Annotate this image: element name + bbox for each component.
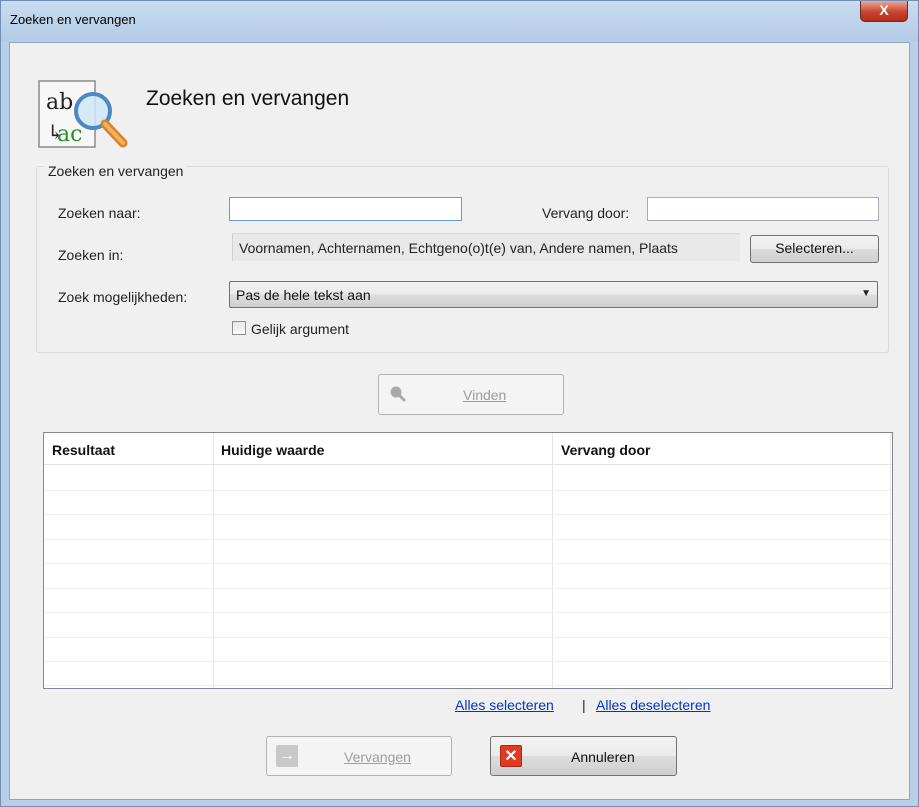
replace-input[interactable] [648,198,878,220]
search-for-label: Zoeken naar: [58,205,141,221]
chevron-down-icon: ▼ [861,288,871,299]
search-input[interactable] [230,198,461,220]
arrow-right-icon: → [276,745,298,767]
row-line [44,612,892,613]
column-header-current-value[interactable]: Huidige waarde [221,442,324,458]
row-line [44,661,892,662]
replace-with-label: Vervang door: [542,205,630,221]
search-in-label: Zoeken in: [58,247,124,263]
column-header-result[interactable]: Resultaat [52,442,115,458]
search-icon [390,386,406,402]
group-legend: Zoeken en vervangen [44,163,188,179]
match-case-label[interactable]: Gelijk argument [251,321,349,337]
row-line [44,539,892,540]
replace-button[interactable]: → Vervangen [266,736,452,776]
select-fields-button[interactable]: Selecteren... [750,235,879,263]
icon-text-ac: ac [57,122,82,147]
column-divider [213,433,214,688]
page-title: Zoeken en vervangen [146,87,350,110]
find-replace-icon: ab ↳ ac [38,80,128,148]
find-button[interactable]: Vinden [378,374,564,415]
search-in-value: Voornamen, Achternamen, Echtgeno(o)t(e) … [232,233,740,261]
search-for-field[interactable] [229,197,462,221]
dialog-window: Zoeken en vervangen X ab ↳ ac Zoeken en … [0,0,919,807]
cancel-button[interactable]: ✕ Annuleren [490,736,677,776]
table-header: Resultaat Huidige waarde Vervang door [44,433,892,465]
row-line [44,490,892,491]
row-line [44,685,892,686]
window-title: Zoeken en vervangen [10,12,136,27]
column-header-replace-with[interactable]: Vervang door [561,442,650,458]
row-line [44,588,892,589]
link-separator: | [582,697,586,713]
find-button-label: Vinden [463,387,507,403]
column-divider [552,433,553,688]
search-options-dropdown[interactable]: Pas de hele tekst aan ▼ [229,281,878,308]
replace-with-field[interactable] [647,197,879,221]
search-options-value: Pas de hele tekst aan [236,287,371,303]
cancel-button-label: Annuleren [571,749,635,765]
row-line [44,637,892,638]
icon-text-ab: ab [46,90,73,115]
window-close-button[interactable]: X [860,1,908,22]
match-case-checkbox[interactable] [232,321,246,335]
dialog-body: ab ↳ ac Zoeken en vervangen Zoeken en ve… [9,42,910,800]
select-all-link[interactable]: Alles selecteren [455,697,554,713]
options-label: Zoek mogelijkheden: [58,289,188,305]
column-divider [890,433,891,688]
results-table[interactable]: Resultaat Huidige waarde Vervang door [43,432,893,689]
row-line [44,514,892,515]
row-line [44,563,892,564]
deselect-all-link[interactable]: Alles deselecteren [596,697,710,713]
close-icon: ✕ [500,745,522,767]
title-bar[interactable]: Zoeken en vervangen X [1,1,918,41]
replace-button-label: Vervangen [344,749,411,765]
